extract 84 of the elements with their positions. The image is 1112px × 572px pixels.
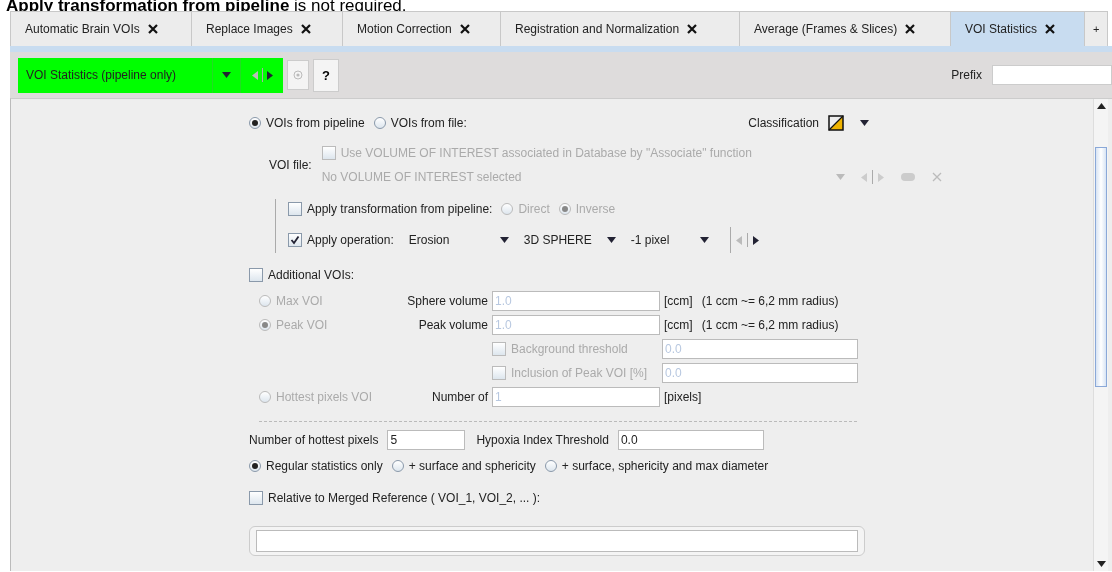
scroll-up-icon[interactable] [1096,103,1106,109]
caret-icon[interactable] [499,237,509,243]
checkbox-label: Relative to Merged Reference ( VOI_1, VOI_2, ... ): [268,491,541,505]
unit-label: [ccm] [664,318,693,332]
close-icon[interactable] [1045,24,1056,34]
radio-label: Peak VOI [276,318,328,332]
close-icon[interactable] [147,24,158,34]
tab[interactable]: Average (Frames & Slices) [739,11,951,46]
tab[interactable]: Automatic Brain VOIs [10,11,192,46]
caret-icon[interactable] [860,120,869,126]
radio-button[interactable] [259,391,271,403]
scrollbar-thumb[interactable] [1095,147,1107,387]
tab[interactable]: Registration and Normalization [500,11,740,46]
unit-label: [ccm] [664,294,693,308]
checkbox-label: Apply transformation from pipeline: [307,202,493,216]
tab[interactable]: Motion Correction [342,11,501,46]
scrollbar[interactable] [1093,99,1108,571]
hint-text: (1 ccm ~= 6,2 mm radius) [701,294,839,308]
classification-icon[interactable] [828,115,844,131]
checkbox[interactable] [288,233,302,247]
input-field[interactable]: 0.0 [617,430,764,450]
checkbox[interactable] [321,146,336,160]
checkbox-label: Additional VOIs: [268,268,355,282]
next-arrow-icon[interactable] [266,70,273,80]
checkbox[interactable] [492,342,506,356]
field-label: Number of [431,390,488,404]
checkbox[interactable] [288,202,302,216]
radio-button[interactable] [391,460,404,472]
field-label: Sphere volume [407,294,488,308]
checkbox[interactable] [249,268,263,282]
add-tab[interactable]: + [1084,11,1109,46]
checkbox-label: Use VOLUME OF INTEREST associated in Database by "Associate" function [340,146,752,160]
radio-button[interactable] [249,117,261,129]
checkbox-label: Inclusion of Peak VOI [%] [511,366,648,380]
close-icon[interactable] [300,24,311,34]
radio-label: Hottest pixels VOI [276,390,373,404]
checkbox[interactable] [249,491,263,505]
caret-icon[interactable] [606,237,616,243]
input-field[interactable]: 5 [387,430,466,450]
target-button[interactable] [287,60,309,90]
voi-file-label: VOI file: [269,158,312,172]
voi-file-value: No VOLUME OF INTEREST selected [321,170,522,184]
caret-icon[interactable] [222,72,231,78]
prefix-label: Prefix [951,68,982,82]
radio-button[interactable] [259,295,271,307]
caret-icon[interactable] [699,237,709,243]
prefix-field[interactable] [992,65,1112,85]
operation-dropdown[interactable]: -1 pixel [630,233,709,247]
scroll-down-icon[interactable] [1096,561,1106,567]
previous-arrow-icon[interactable] [735,235,742,245]
hint-text: (1 ccm ~= 6,2 mm radius) [701,318,839,332]
radio-label: + surface, sphericity and max diameter [561,459,769,473]
radio-button[interactable] [501,203,514,215]
radio-button[interactable] [259,319,271,331]
radio-button[interactable] [249,460,261,472]
help-button[interactable]: ? [313,58,339,92]
field-label: Peak volume [418,318,488,332]
radio-label: VOIs from pipeline [266,116,365,130]
checkbox-label: Background threshold [511,342,628,356]
operation-dropdown[interactable]: Erosion [408,233,509,247]
radio-label: VOIs from file: [390,116,467,130]
tab[interactable]: Replace Images [191,11,343,46]
close-icon[interactable] [687,24,698,34]
radio-label: + surface and sphericity [408,459,536,473]
radio-label: Direct [518,202,550,216]
reference-field[interactable] [256,530,858,552]
radio-label: Max VOI [276,294,323,308]
field-label: Hypoxia Index Threshold [476,433,609,447]
classification-label: Classification [748,116,819,130]
field-label: Number of hottest pixels [249,433,379,447]
close-icon[interactable] [905,24,916,34]
target-icon [293,70,303,80]
next-arrow-icon[interactable] [752,235,759,245]
operation-dropdown[interactable]: 3D SPHERE [523,233,616,247]
radio-button[interactable] [544,460,557,472]
close-icon[interactable] [459,24,470,34]
unit-label: [pixels] [664,390,702,404]
tab[interactable]: VOI Statistics [950,11,1085,46]
checkbox-label: Apply operation: [307,233,394,247]
radio-button[interactable] [373,117,386,129]
checkbox[interactable] [492,366,506,380]
radio-label: Regular statistics only [266,459,383,473]
radio-label: Inverse [575,202,616,216]
radio-button[interactable] [558,203,571,215]
